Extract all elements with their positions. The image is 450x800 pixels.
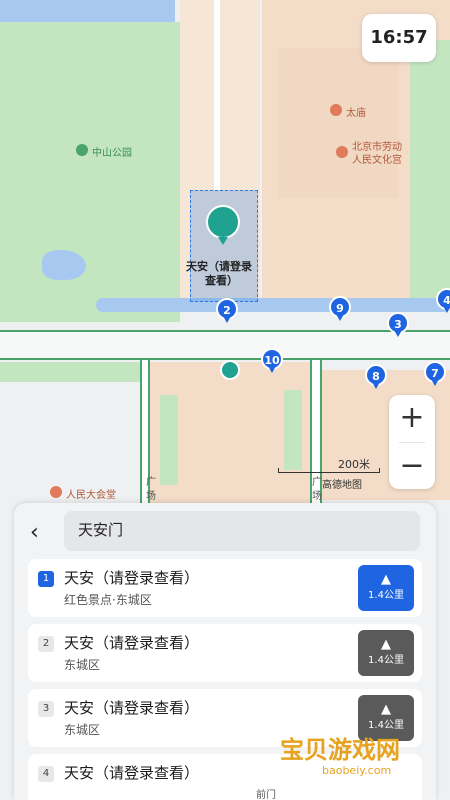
tiananmen-marker-icon[interactable] <box>206 205 240 239</box>
park-strip-lower <box>160 395 178 485</box>
navigation-arrow-icon: ▲ <box>381 572 391 587</box>
watermark-url: baobeiy.com <box>322 764 392 777</box>
road-changan <box>0 330 450 360</box>
result-pin-4[interactable]: 4 <box>436 288 450 314</box>
result-subtitle: 东城区 <box>64 723 101 737</box>
result-subtitle: 东城区 <box>64 658 101 672</box>
road-axis <box>214 0 220 190</box>
result-index: 2 <box>38 636 54 652</box>
navigate-button[interactable]: ▲ 1.4公里 <box>358 565 414 611</box>
result-index: 1 <box>38 571 54 587</box>
tiananmen-marker-tail <box>218 237 228 245</box>
result-title: 天安（请登录查看） <box>64 764 200 782</box>
map-brand: 高德地图 <box>322 480 362 491</box>
selected-poi-label-2: 查看） <box>205 274 238 287</box>
result-distance: 1.4公里 <box>368 655 404 666</box>
chevron-left-icon[interactable]: ‹ <box>30 521 54 545</box>
lake <box>42 250 86 280</box>
zoom-controls: + − <box>389 395 435 489</box>
result-title: 天安（请登录查看） <box>64 634 200 652</box>
park-strip <box>410 40 450 300</box>
navigation-arrow-icon: ▲ <box>381 637 391 652</box>
poi-zhongshan-park[interactable]: 中山公园 <box>92 144 132 159</box>
result-pin-2[interactable]: 2 <box>216 298 238 324</box>
poi-qianmen: 前门 <box>256 790 276 800</box>
search-input[interactable] <box>64 511 420 551</box>
result-index: 3 <box>38 701 54 717</box>
result-pin-10[interactable]: 10 <box>261 348 283 374</box>
watermark-logo: 宝贝游戏网 <box>280 736 400 764</box>
park-strip-lower-2 <box>284 390 302 470</box>
search-row: ‹ <box>14 511 436 553</box>
poi-square-left: 广场 <box>146 477 156 502</box>
result-card-1[interactable]: 1 天安（请登录查看） 红色景点·东城区 ▲ 1.4公里 <box>28 559 422 617</box>
park-area-right <box>278 48 398 198</box>
time-display: 16:57 <box>362 14 436 62</box>
navigation-arrow-icon: ▲ <box>381 702 391 717</box>
zoom-out-button[interactable]: − <box>389 443 435 490</box>
result-pin-8[interactable]: 8 <box>365 364 387 390</box>
result-title: 天安（请登录查看） <box>64 699 200 717</box>
poi-marker-small-icon[interactable] <box>220 360 240 380</box>
moat <box>96 298 450 312</box>
park-left-lower <box>0 362 140 382</box>
zoom-in-button[interactable]: + <box>389 395 435 442</box>
result-index: 4 <box>38 766 54 782</box>
result-card-2[interactable]: 2 天安（请登录查看） 东城区 ▲ 1.4公里 <box>28 624 422 682</box>
result-pin-9[interactable]: 9 <box>329 296 351 322</box>
temple-icon <box>330 104 342 116</box>
result-title: 天安（请登录查看） <box>64 569 200 587</box>
poi-workers-palace-2[interactable]: 人民文化宫 <box>352 151 402 166</box>
park-area <box>0 22 180 322</box>
poi-great-hall[interactable]: 人民大会堂 <box>66 486 116 501</box>
result-subtitle: 红色景点·东城区 <box>64 593 152 607</box>
result-pin-7[interactable]: 7 <box>424 361 446 387</box>
palace-icon <box>336 146 348 158</box>
poi-taimiao[interactable]: 太庙 <box>346 104 366 119</box>
park-icon <box>76 144 88 156</box>
scale-bar <box>278 468 380 473</box>
result-pin-3[interactable]: 3 <box>387 312 409 338</box>
hall-icon <box>50 486 62 498</box>
result-distance: 1.4公里 <box>368 590 404 601</box>
navigate-button[interactable]: ▲ 1.4公里 <box>358 630 414 676</box>
water-area <box>0 0 175 22</box>
